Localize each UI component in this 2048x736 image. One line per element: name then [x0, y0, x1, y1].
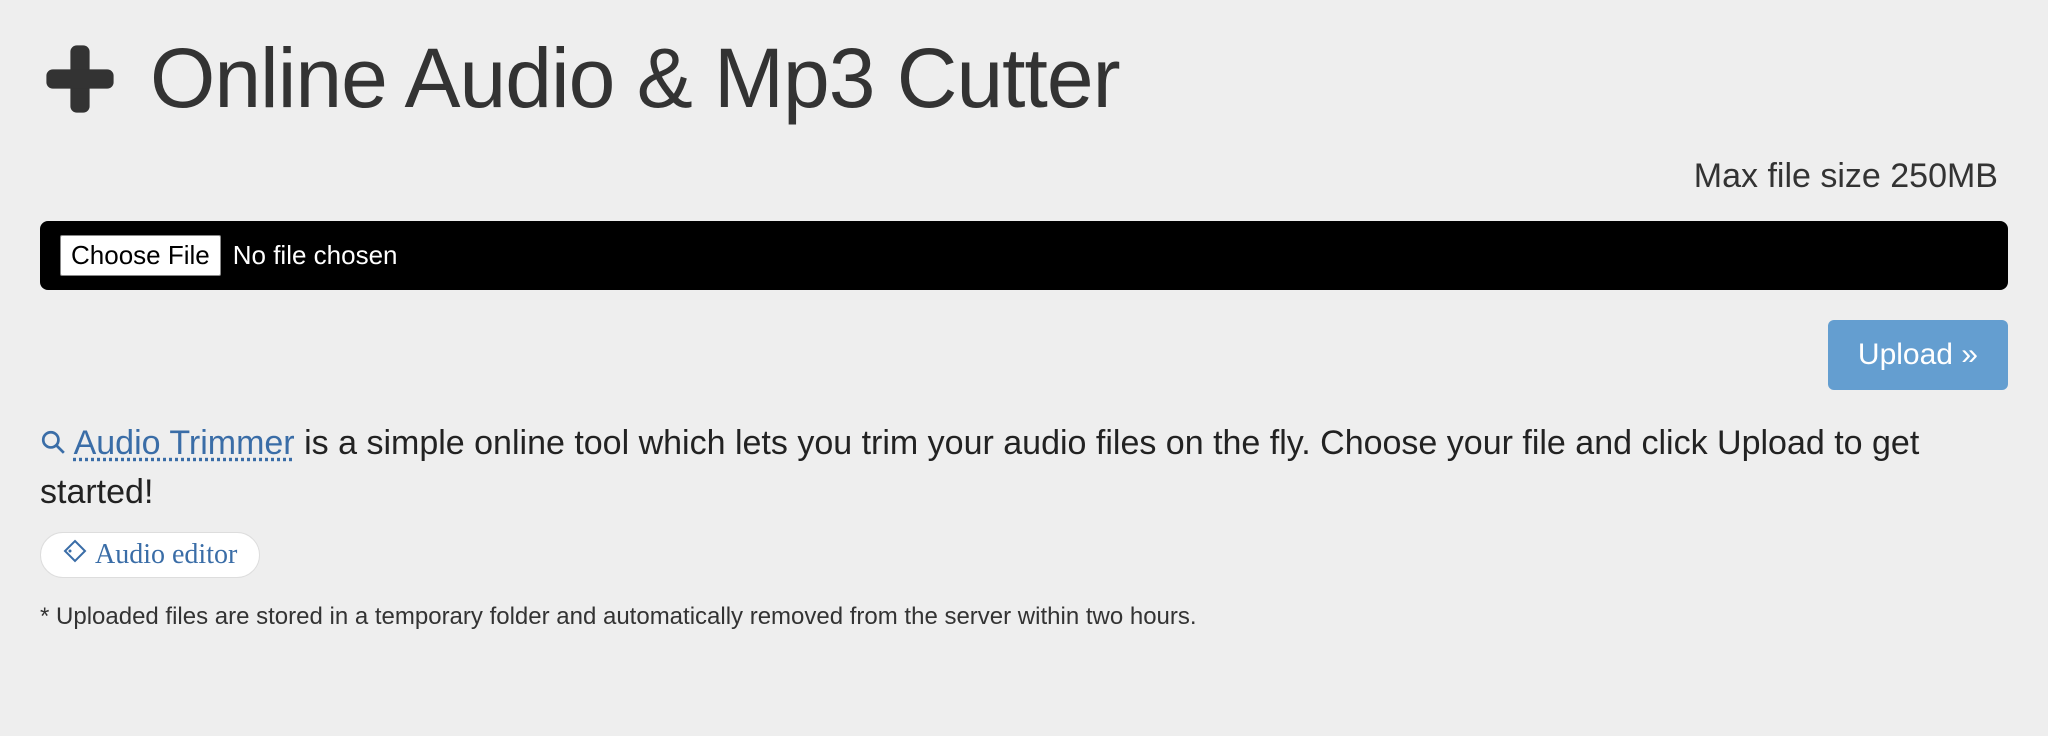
file-status-text: No file chosen [233, 240, 398, 271]
audio-trimmer-link[interactable]: Audio Trimmer [74, 424, 295, 462]
upload-row: Upload » [40, 320, 2008, 390]
page-title-row: Online Audio & Mp3 Cutter [40, 30, 2008, 127]
description-text: Audio Trimmer is a simple online tool wh… [40, 420, 2008, 516]
choose-file-button[interactable]: Choose File [60, 235, 221, 276]
audio-editor-tag[interactable]: Audio editor [40, 532, 260, 578]
upload-button[interactable]: Upload » [1828, 320, 2008, 390]
footnote-text: * Uploaded files are stored in a tempora… [40, 603, 2008, 631]
page-title: Online Audio & Mp3 Cutter [150, 30, 1120, 127]
description-body: is a simple online tool which lets you t… [40, 424, 1919, 511]
plus-icon [40, 39, 120, 119]
search-icon [40, 421, 66, 469]
file-input-bar[interactable]: Choose File No file chosen [40, 221, 2008, 290]
max-file-size: Max file size 250MB [40, 157, 2008, 196]
tag-icon [63, 539, 87, 571]
tag-label: Audio editor [95, 539, 237, 571]
